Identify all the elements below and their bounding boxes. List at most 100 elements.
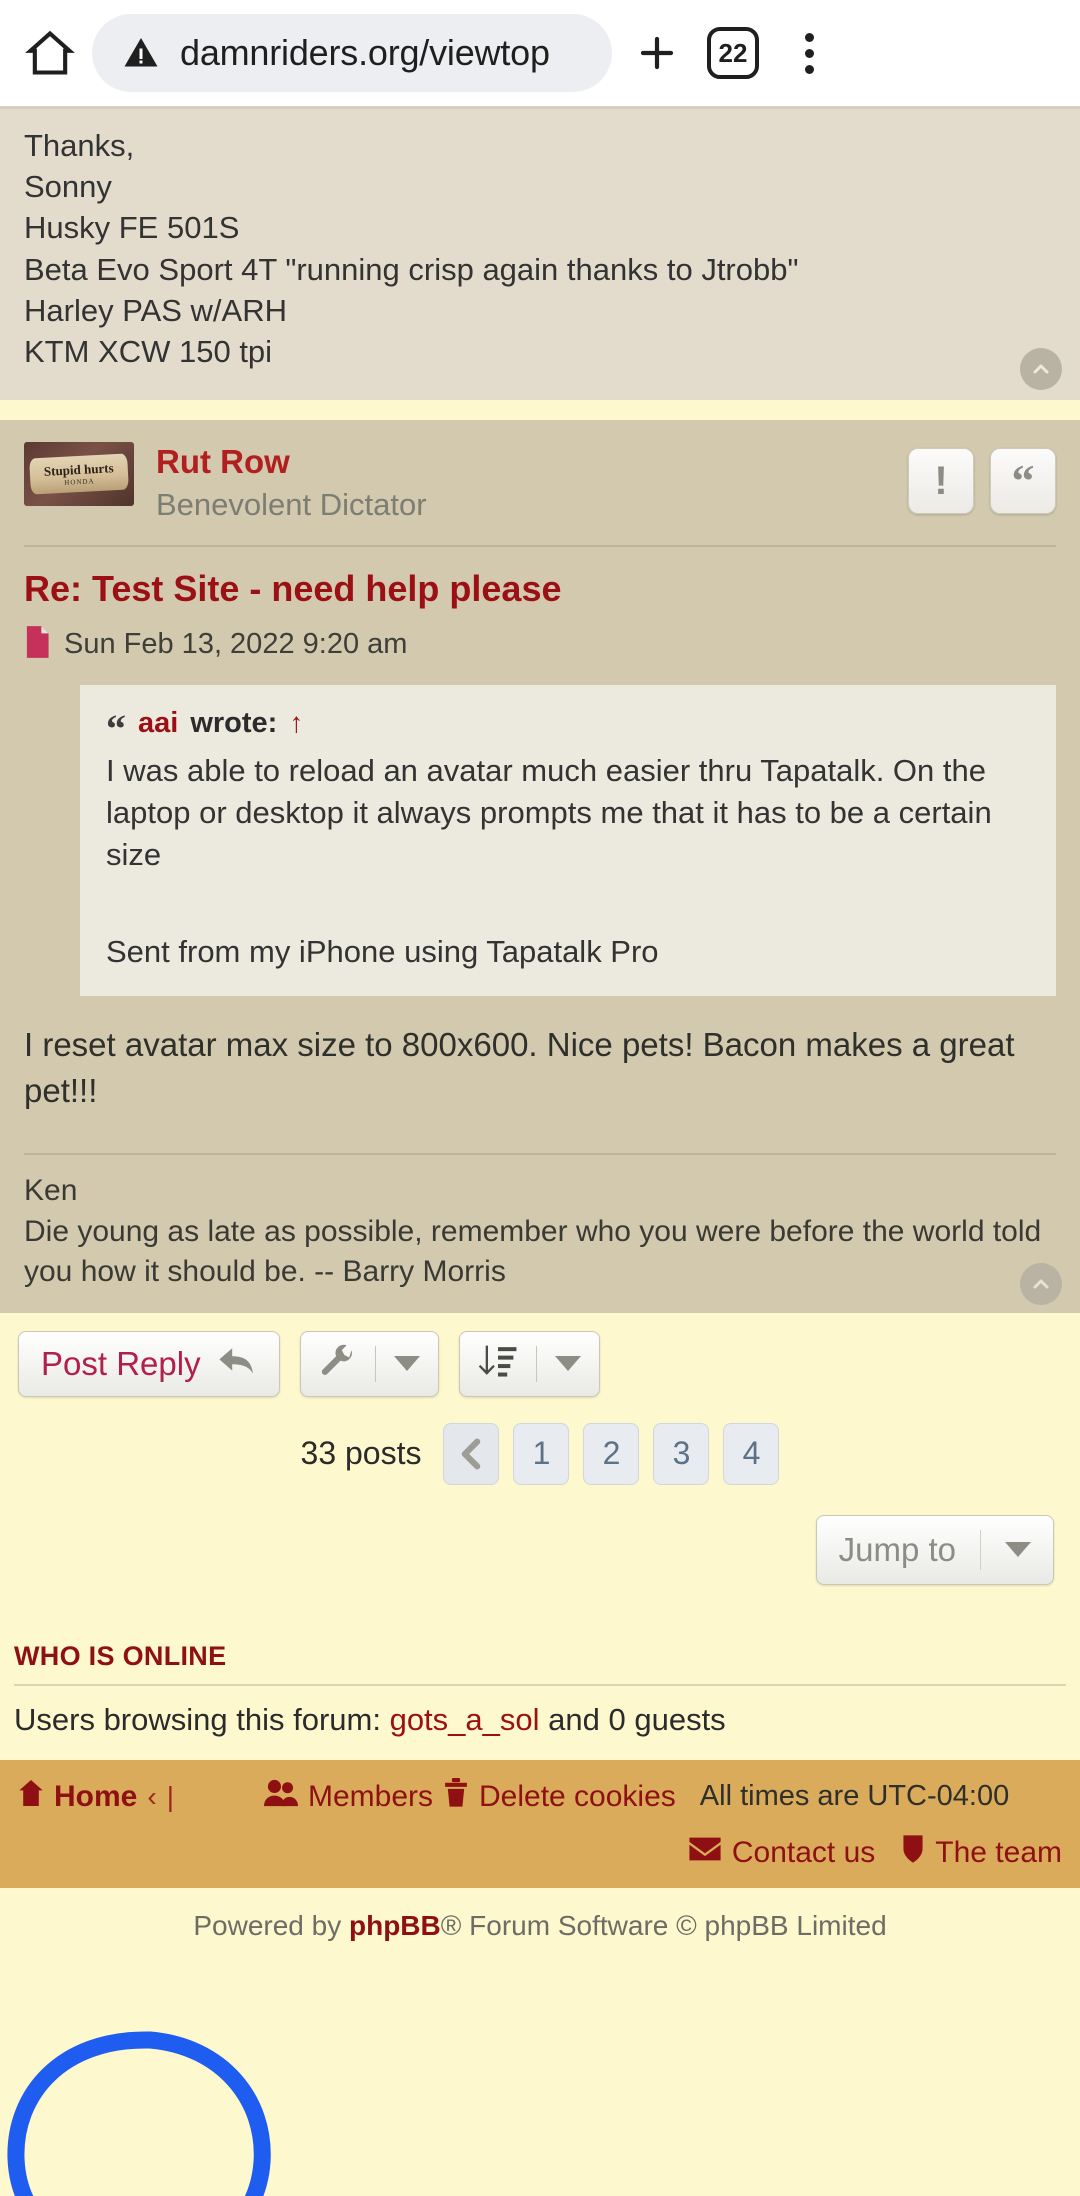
previous-post-signature: Thanks, Sonny Husky FE 501S Beta Evo Spo… [0,106,1080,401]
pagination-page-4[interactable]: 4 [723,1422,780,1485]
blue-circle-highlight [7,2031,271,2196]
signature-line: Harley PAS w/ARH [24,292,287,328]
jump-to-quoted-post-icon[interactable]: ↑ [289,707,303,739]
footer-the-team-link[interactable]: The team [901,1834,1062,1872]
warning-triangle-icon [122,34,160,72]
button-separator [374,1345,376,1382]
signature-line: Sonny [24,169,112,205]
avatar-text-secondary: HONDA [64,477,95,487]
avatar[interactable]: Stupid hurts HONDA [24,442,134,507]
home-red-icon [18,1778,44,1816]
forum-page: Thanks, Sonny Husky FE 501S Beta Evo Spo… [0,106,1080,2196]
signature-line: Husky FE 501S [24,210,240,246]
chevron-down-icon [393,1356,420,1372]
powered-by-text: Powered by phpBB® Forum Software © phpBB… [193,1910,886,1941]
footer-members-link[interactable]: Members [263,1778,433,1816]
browsing-suffix: and 0 guests [548,1701,726,1737]
post-header: Stupid hurts HONDA Rut Row Benevolent Di… [24,442,1056,522]
jump-to-label: Jump to [838,1530,956,1568]
pagination-page-1[interactable]: 1 [513,1422,570,1485]
quote-wrote-label: wrote: [190,706,278,739]
new-tab-button[interactable] [626,22,688,84]
footer-home-link[interactable]: Home [18,1778,137,1816]
button-separator [535,1345,537,1382]
wrench-icon [319,1342,357,1385]
jump-to-dropdown[interactable]: Jump to [815,1514,1054,1585]
phpbb-brand[interactable]: phpBB [349,1910,441,1941]
reply-arrow-icon [217,1345,257,1382]
post-author-rank: Benevolent Dictator [156,486,427,522]
sort-options-button[interactable] [458,1330,600,1397]
scroll-to-top-button[interactable] [1020,348,1062,391]
browsing-prefix: Users browsing this forum: [14,1701,381,1737]
author-info: Rut Row Benevolent Dictator [156,442,886,522]
quote-author[interactable]: aai [138,707,178,740]
signature-line: KTM XCW 150 tpi [24,334,273,370]
forum-post: Stupid hurts HONDA Rut Row Benevolent Di… [0,420,1080,1313]
quote-sent-from: Sent from my iPhone using Tapatalk Pro [106,934,659,970]
post-title[interactable]: Re: Test Site - need help please [24,567,1056,610]
post-reply-button[interactable]: Post Reply [18,1330,280,1397]
posts-count-label: 33 posts [300,1435,422,1472]
post-icon [24,625,50,663]
footer-contact-us-label: Contact us [731,1835,876,1869]
who-is-online-section: WHO IS ONLINE Users browsing this forum:… [0,1594,1080,1738]
footer-members-label: Members [307,1779,433,1813]
breadcrumb-separator: ‹ [147,1780,157,1812]
quote-icon: “ [1011,455,1035,507]
url-text: damnriders.org/viewtop [180,32,550,73]
who-is-online-title: WHO IS ONLINE [14,1640,227,1671]
footer-home-label: Home [54,1779,138,1813]
home-icon[interactable] [22,25,78,81]
online-user-link[interactable]: gots_a_sol [390,1702,540,1737]
envelope-icon [688,1836,722,1870]
post-header-divider [24,544,1056,547]
shield-icon [901,1834,925,1872]
address-bar[interactable]: damnriders.org/viewtop [92,14,612,92]
quote-block: “ aai wrote: ↑ I was able to reload an a… [80,684,1056,997]
topic-tools-button[interactable] [299,1330,439,1397]
quote-block-wrapper: “ aai wrote: ↑ I was able to reload an a… [24,663,1056,997]
sort-descending-icon [478,1342,518,1385]
topic-toolbar: Post Reply 33 posts 1 2 3 4 Jump to [0,1312,1080,1595]
footer: Home ‹ | Members Delete cookies All time… [0,1759,1080,1888]
post-action-buttons: ! “ [908,442,1056,515]
footer-row-primary: Home ‹ | Members Delete cookies All time… [18,1777,1062,1816]
footer-timezone: All times are UTC-04:00 [699,1780,1010,1813]
post-meta: Sun Feb 13, 2022 9:20 am [24,625,1056,663]
kebab-menu-icon[interactable] [778,22,840,84]
post-reply-label: Post Reply [41,1344,201,1382]
scroll-to-top-button[interactable] [1020,1262,1062,1305]
section-gap [0,400,1080,421]
quote-open-icon: “ [106,706,126,752]
pagination-previous-button[interactable] [443,1422,500,1485]
signature-line: Beta Evo Sport 4T "running crisp again t… [24,251,799,287]
trash-icon [443,1777,469,1816]
tab-counter-button[interactable]: 22 [702,22,764,84]
button-separator [980,1529,981,1570]
quote-post-button[interactable]: “ [990,448,1056,515]
section-rule [14,1683,1066,1686]
footer-contact-us-link[interactable]: Contact us [688,1836,875,1870]
footer-divider: | [166,1780,174,1812]
pagination-page-2[interactable]: 2 [583,1422,640,1485]
powered-by-prefix: Powered by [193,1909,342,1941]
users-icon [263,1778,298,1816]
footer-delete-cookies-link[interactable]: Delete cookies [443,1777,676,1816]
post-author-name[interactable]: Rut Row [156,444,886,481]
post-body: I reset avatar max size to 800x600. Nice… [24,1026,1015,1109]
report-post-button[interactable]: ! [908,448,974,515]
quote-header: “ aai wrote: ↑ [106,706,1030,752]
powered-by-suffix: ® Forum Software © phpBB Limited [440,1909,887,1941]
avatar-text-primary: Stupid hurts [43,460,114,479]
chevron-down-icon [1005,1542,1031,1558]
footer-the-team-label: The team [935,1835,1062,1869]
powered-by-bar: Powered by phpBB® Forum Software © phpBB… [0,1887,1080,1964]
signature-divider [24,1153,1056,1156]
jump-to-row: Jump to [18,1514,1062,1585]
signature-line: Thanks, [24,128,135,163]
post-signature-line: Ken [24,1174,78,1208]
pagination-page-3[interactable]: 3 [653,1422,710,1485]
tab-count-label: 22 [707,27,759,79]
who-is-online-text: Users browsing this forum: gots_a_sol an… [14,1702,1066,1738]
